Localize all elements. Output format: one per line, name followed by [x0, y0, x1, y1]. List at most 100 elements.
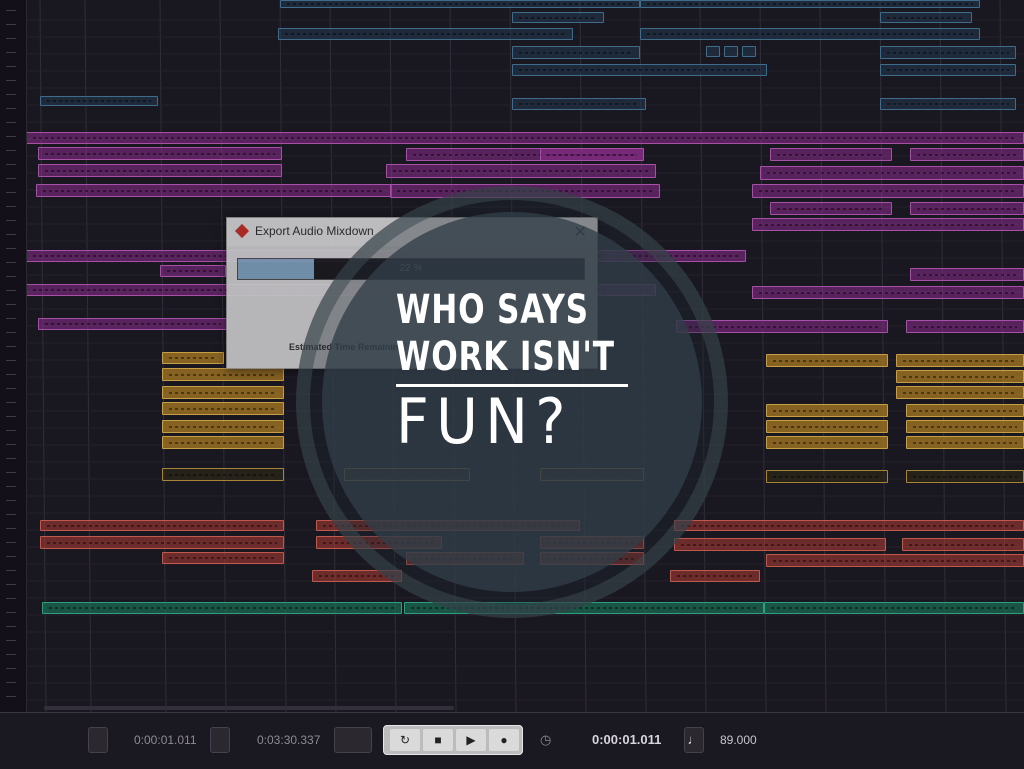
- audio-event[interactable]: [390, 184, 660, 198]
- dialog-titlebar[interactable]: Export Audio Mixdown ✕: [227, 218, 597, 246]
- audio-event[interactable]: [760, 166, 1024, 180]
- audio-event[interactable]: [512, 64, 767, 76]
- audio-event[interactable]: [752, 286, 1024, 299]
- audio-event[interactable]: [764, 602, 1024, 614]
- audio-event[interactable]: [906, 436, 1024, 449]
- audio-event[interactable]: [766, 554, 1024, 567]
- audio-event[interactable]: [906, 470, 1024, 483]
- audio-event[interactable]: [766, 404, 888, 417]
- audio-event[interactable]: [902, 538, 1024, 551]
- stop-icon[interactable]: ■: [423, 729, 453, 751]
- audio-event[interactable]: [278, 28, 573, 40]
- audio-event[interactable]: [640, 28, 980, 40]
- audio-event[interactable]: [770, 202, 892, 215]
- punch-buttons[interactable]: [334, 727, 372, 753]
- audio-event[interactable]: [316, 536, 442, 549]
- audio-event[interactable]: [40, 96, 158, 106]
- ruler-tick: [6, 612, 16, 613]
- audio-event[interactable]: [752, 184, 1024, 198]
- audio-event[interactable]: [316, 520, 580, 531]
- audio-event[interactable]: [160, 265, 226, 277]
- audio-event[interactable]: [906, 420, 1024, 433]
- audio-event[interactable]: [162, 352, 224, 364]
- audio-event[interactable]: [38, 164, 282, 177]
- audio-event[interactable]: [162, 368, 284, 381]
- audio-event[interactable]: [162, 468, 284, 481]
- audio-event[interactable]: [540, 536, 644, 549]
- ruler-tick: [6, 206, 16, 207]
- audio-event[interactable]: [724, 46, 738, 57]
- audio-event[interactable]: [40, 536, 284, 549]
- audio-event[interactable]: [640, 0, 980, 8]
- transport-controls: ↻ ■ ▶ ●: [383, 725, 523, 755]
- audio-event[interactable]: [896, 354, 1024, 367]
- audio-event[interactable]: [540, 148, 644, 161]
- audio-event[interactable]: [162, 436, 284, 449]
- audio-event[interactable]: [42, 602, 402, 614]
- ruler-tick: [6, 500, 16, 501]
- audio-event[interactable]: [162, 386, 284, 399]
- audio-event[interactable]: [880, 46, 1016, 59]
- audio-event[interactable]: [910, 202, 1024, 215]
- ruler-tick: [6, 318, 16, 319]
- audio-event[interactable]: [896, 386, 1024, 399]
- tempo-display[interactable]: 89.000: [720, 733, 757, 747]
- audio-event[interactable]: [386, 164, 656, 178]
- audio-event[interactable]: [162, 552, 284, 564]
- right-locator-time[interactable]: 0:03:30.337: [257, 733, 320, 747]
- audio-event[interactable]: [540, 468, 644, 481]
- audio-event[interactable]: [896, 370, 1024, 383]
- audio-event[interactable]: [906, 404, 1024, 417]
- primary-time-display[interactable]: 0:00:01.011: [592, 732, 661, 747]
- audio-event[interactable]: [766, 354, 888, 367]
- left-locator-button[interactable]: [88, 727, 108, 753]
- audio-event[interactable]: [512, 12, 604, 23]
- audio-event[interactable]: [880, 12, 972, 23]
- audio-event[interactable]: [512, 46, 640, 59]
- play-icon[interactable]: ▶: [456, 729, 486, 751]
- audio-event[interactable]: [406, 552, 524, 565]
- audio-event[interactable]: [344, 468, 470, 481]
- audio-event[interactable]: [162, 402, 284, 415]
- audio-event[interactable]: [674, 538, 886, 551]
- cycle-icon[interactable]: ↻: [390, 729, 420, 751]
- audio-event[interactable]: [38, 318, 228, 330]
- left-locator-time[interactable]: 0:00:01.011: [134, 733, 197, 747]
- audio-event[interactable]: [766, 420, 888, 433]
- ruler-tick: [6, 668, 16, 669]
- record-icon[interactable]: ●: [489, 729, 519, 751]
- right-locator-button[interactable]: [210, 727, 230, 753]
- close-icon[interactable]: ✕: [574, 222, 587, 242]
- export-progress-bar: 22 %: [237, 258, 585, 280]
- audio-event[interactable]: [906, 320, 1024, 333]
- ruler-tick: [6, 696, 16, 697]
- audio-event[interactable]: [540, 552, 644, 565]
- audio-event[interactable]: [40, 520, 284, 531]
- audio-event[interactable]: [910, 148, 1024, 161]
- ruler-tick: [6, 570, 16, 571]
- ruler-tick: [6, 290, 16, 291]
- audio-event[interactable]: [312, 570, 402, 582]
- metronome-icon[interactable]: ♩: [684, 727, 704, 753]
- audio-event[interactable]: [742, 46, 756, 57]
- audio-event[interactable]: [674, 520, 1024, 531]
- audio-event[interactable]: [280, 0, 640, 8]
- horizontal-scrollbar[interactable]: [44, 706, 454, 710]
- audio-event[interactable]: [706, 46, 720, 57]
- audio-event[interactable]: [676, 320, 888, 333]
- audio-event[interactable]: [38, 147, 282, 160]
- audio-event[interactable]: [512, 98, 646, 110]
- audio-event[interactable]: [766, 436, 888, 449]
- audio-event[interactable]: [752, 218, 1024, 231]
- audio-event[interactable]: [404, 602, 764, 614]
- audio-event[interactable]: [910, 268, 1024, 281]
- audio-event[interactable]: [26, 132, 1024, 144]
- audio-event[interactable]: [162, 420, 284, 433]
- ruler-tick: [6, 24, 16, 25]
- audio-event[interactable]: [880, 64, 1016, 76]
- audio-event[interactable]: [770, 148, 892, 161]
- audio-event[interactable]: [766, 470, 888, 483]
- audio-event[interactable]: [670, 570, 760, 582]
- audio-event[interactable]: [36, 184, 392, 197]
- audio-event[interactable]: [880, 98, 1016, 110]
